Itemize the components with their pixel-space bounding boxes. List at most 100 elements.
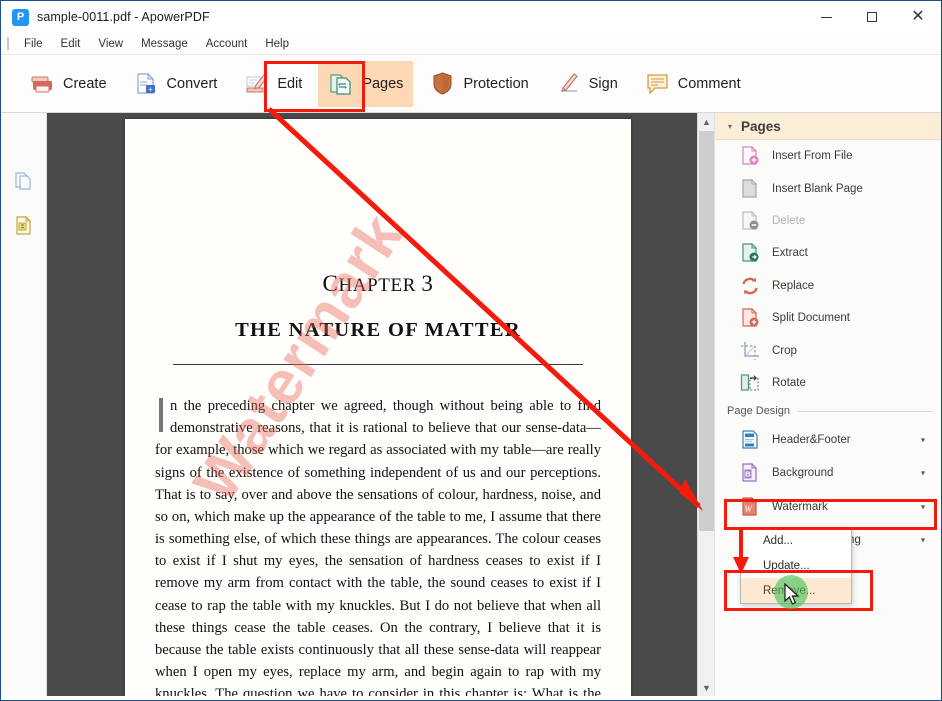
menu-item-file[interactable]: File — [15, 36, 52, 52]
close-button[interactable]: ✕ — [895, 1, 941, 33]
maximize-icon — [867, 12, 877, 22]
panel-label-rotate: Rotate — [772, 377, 806, 389]
chapter-title: THE NATURE OF MATTER — [155, 319, 601, 342]
apowerpdf-window: P sample-0011.pdf - ApowerPDF ✕ File Edi… — [0, 0, 942, 701]
ribbon-item-convert[interactable]: + Convert — [123, 61, 228, 107]
background-icon: B — [739, 462, 761, 484]
document-body-text: n the preceding chapter we agreed, thoug… — [155, 395, 601, 696]
bookmarks-button[interactable] — [1, 205, 47, 249]
page-thumbnails-button[interactable] — [1, 161, 47, 205]
crop-icon — [739, 340, 761, 362]
scroll-down-icon[interactable]: ▼ — [698, 679, 714, 696]
menu-grip — [7, 37, 9, 50]
scrollbar-thumb[interactable] — [699, 131, 714, 531]
ribbon-label-convert: Convert — [167, 76, 218, 92]
rotate-icon — [739, 372, 761, 394]
watermark-menu-add[interactable]: Add... — [741, 528, 851, 553]
convert-icon: + — [133, 70, 160, 97]
pages-panel-header[interactable]: ▾ Pages — [715, 113, 941, 140]
replace-page-icon — [739, 275, 761, 297]
extract-page-icon — [739, 242, 761, 264]
panel-label-split-document: Split Document — [772, 312, 850, 324]
scroll-up-icon[interactable]: ▲ — [698, 113, 714, 130]
panel-label-crop: Crop — [772, 345, 797, 357]
ribbon-item-sign[interactable]: Sign — [545, 61, 628, 107]
panel-item-insert-blank-page[interactable]: Insert Blank Page — [715, 172, 941, 204]
chevron-down-icon[interactable]: ▾ — [921, 435, 925, 444]
chapter-divider — [173, 364, 583, 365]
panel-item-rotate[interactable]: Rotate — [715, 367, 941, 399]
page-design-section: Page Design — [715, 399, 941, 423]
menu-item-view[interactable]: View — [89, 36, 132, 52]
menu-item-message[interactable]: Message — [132, 36, 197, 52]
ribbon-item-protection[interactable]: Protection — [419, 61, 538, 107]
chapter-label-cap: C — [323, 271, 339, 296]
chevron-down-icon[interactable]: ▾ — [921, 536, 925, 545]
chevron-down-icon[interactable]: ▾ — [921, 469, 925, 478]
ribbon-toolbar: Create + Convert — [1, 55, 941, 113]
chapter-number: 3 — [421, 271, 433, 296]
svg-text:+: + — [148, 85, 153, 94]
left-rail — [1, 113, 47, 696]
close-icon: ✕ — [911, 9, 924, 25]
chapter-label: CHAPTER 3 — [155, 271, 601, 297]
header-footer-icon — [739, 429, 761, 451]
panel-item-insert-from-file[interactable]: Insert From File — [715, 140, 941, 172]
delete-page-icon — [739, 210, 761, 232]
dropcap-bar — [159, 398, 163, 432]
panel-item-delete[interactable]: Delete — [715, 205, 941, 237]
window-title: sample-0011.pdf - ApowerPDF — [37, 10, 210, 24]
chapter-label-rest: HAPTER — [338, 275, 416, 296]
chevron-down-icon: ▾ — [728, 122, 732, 131]
ribbon-label-create: Create — [63, 76, 107, 92]
menu-item-edit[interactable]: Edit — [52, 36, 90, 52]
window-controls: ✕ — [803, 1, 941, 33]
comment-icon — [644, 70, 671, 97]
title-bar: P sample-0011.pdf - ApowerPDF ✕ — [1, 1, 941, 33]
pen-icon — [555, 70, 582, 97]
panel-label-extract: Extract — [772, 247, 808, 259]
ribbon-item-create[interactable]: Create — [19, 61, 117, 107]
panel-label-replace: Replace — [772, 280, 814, 292]
document-viewer[interactable]: CHAPTER 3 THE NATURE OF MATTER n the pre… — [47, 113, 714, 696]
minimize-icon — [821, 17, 832, 18]
ribbon-label-protection: Protection — [463, 76, 528, 92]
panel-label-insert-blank-page: Insert Blank Page — [772, 183, 863, 195]
panel-item-background[interactable]: B Background ▾ — [715, 457, 941, 491]
panel-label-background: Background — [772, 467, 833, 479]
maximize-button[interactable] — [849, 1, 895, 33]
menu-item-account[interactable]: Account — [197, 36, 257, 52]
panel-label-header-footer: Header&Footer — [772, 434, 851, 446]
panel-item-header-footer[interactable]: Header&Footer ▾ — [715, 423, 941, 457]
ribbon-label-sign: Sign — [589, 76, 618, 92]
pdf-page: CHAPTER 3 THE NATURE OF MATTER n the pre… — [125, 119, 631, 696]
annotation-box-watermark-row — [724, 499, 937, 530]
ribbon-label-comment: Comment — [678, 76, 741, 92]
create-icon — [29, 70, 56, 97]
annotation-box-pages-button — [264, 61, 365, 112]
insert-from-file-icon — [739, 145, 761, 167]
section-divider — [797, 411, 933, 412]
menu-item-help[interactable]: Help — [256, 36, 298, 52]
panel-label-insert-from-file: Insert From File — [772, 150, 853, 162]
panel-item-replace[interactable]: Replace — [715, 270, 941, 302]
app-logo-icon: P — [12, 9, 29, 26]
body-paragraph: n the preceding chapter we agreed, thoug… — [155, 398, 601, 696]
panel-item-split-document[interactable]: Split Document — [715, 302, 941, 334]
panel-item-extract[interactable]: Extract — [715, 237, 941, 269]
document-vertical-scrollbar[interactable]: ▲ ▼ — [697, 113, 714, 696]
panel-label-delete: Delete — [772, 215, 805, 227]
ribbon-label-pages: Pages — [362, 76, 403, 92]
minimize-button[interactable] — [803, 1, 849, 33]
page-thumbnails-icon — [13, 170, 35, 197]
ribbon-item-comment[interactable]: Comment — [634, 61, 751, 107]
bookmarks-icon — [13, 214, 35, 241]
svg-text:B: B — [745, 470, 751, 479]
page-design-section-label: Page Design — [727, 405, 790, 417]
menu-bar: File Edit View Message Account Help — [1, 33, 941, 55]
split-document-icon — [739, 307, 761, 329]
shield-icon — [429, 70, 456, 97]
panel-item-crop[interactable]: Crop — [715, 334, 941, 366]
mouse-cursor-icon — [784, 583, 802, 607]
insert-blank-page-icon — [739, 178, 761, 200]
